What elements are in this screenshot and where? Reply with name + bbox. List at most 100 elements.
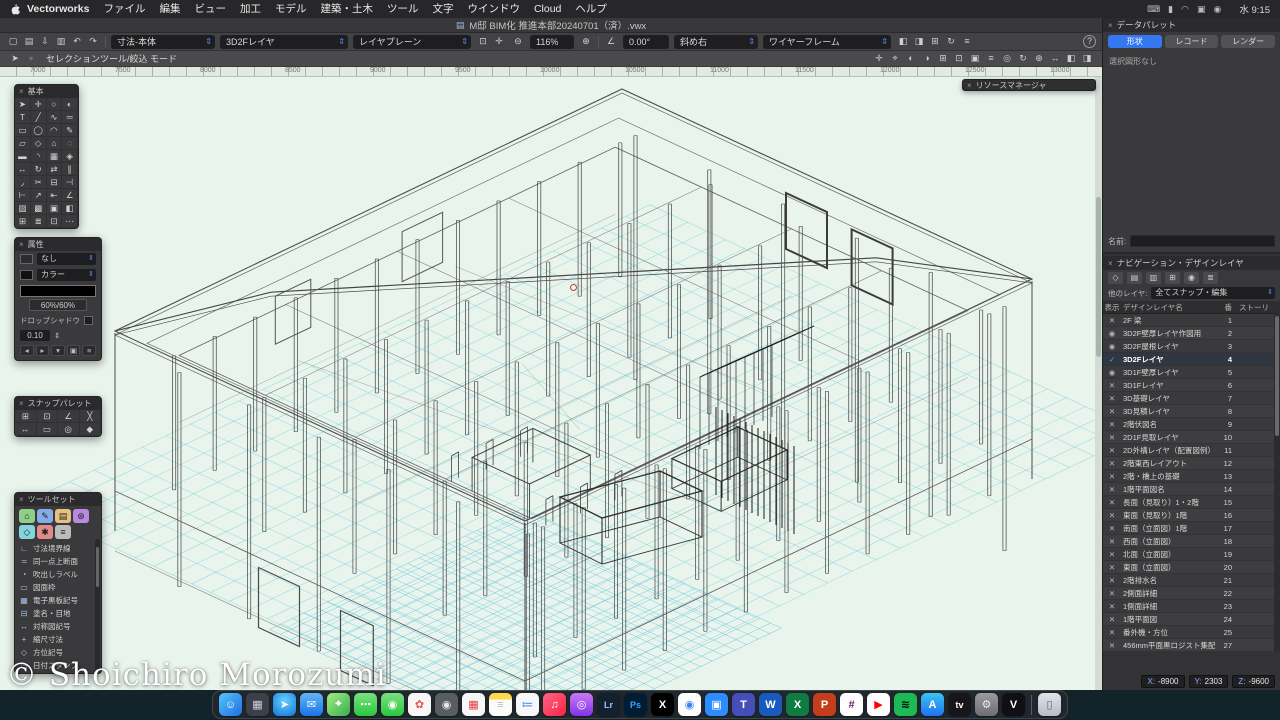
layer-row-16[interactable]: ✕東面（見取り）1階16 xyxy=(1103,509,1280,522)
toolset-more[interactable]: ≡ xyxy=(55,525,71,539)
toolset-dims[interactable]: ✎ xyxy=(37,509,53,523)
pen-style-dropdown[interactable]: カラー xyxy=(37,269,96,281)
dock-app-launchpad[interactable]: ▦ xyxy=(246,693,269,716)
snap-distance-icon[interactable]: ↔ xyxy=(15,423,37,436)
undo-icon[interactable]: ↶ xyxy=(70,35,84,48)
layer-visibility-x-icon[interactable]: ✕ xyxy=(1103,394,1121,403)
scale-tool[interactable]: ↗ xyxy=(31,189,47,202)
dock-app-lightroom[interactable]: Lr xyxy=(597,693,620,716)
pan-icon[interactable]: ✛ xyxy=(492,35,506,48)
angle-dim-tool[interactable]: ∠ xyxy=(62,189,78,202)
layer-visibility-x-icon[interactable]: ✕ xyxy=(1103,485,1121,494)
snap-intersection-icon[interactable]: ╳ xyxy=(80,410,102,423)
layer-visibility-x-icon[interactable]: ✕ xyxy=(1103,316,1121,325)
keyboard-icon[interactable]: ⌨ xyxy=(1147,4,1160,14)
stack-tool[interactable]: ≣ xyxy=(31,215,47,228)
selection-tool[interactable]: ➤ xyxy=(15,98,31,111)
battery-icon[interactable]: ▮ xyxy=(1168,4,1173,14)
attr-next-icon[interactable]: ▸ xyxy=(36,345,50,356)
more-tools[interactable]: ⋯ xyxy=(62,215,78,228)
mode-list-icon[interactable]: ≡ xyxy=(984,52,998,65)
tool-same-point-section[interactable]: ≍同一点上断面 xyxy=(15,555,101,568)
dock-app-settings[interactable]: ⚙ xyxy=(975,693,998,716)
mode-panel-icon[interactable]: ▣ xyxy=(968,52,982,65)
split-tool[interactable]: ⊟ xyxy=(47,176,63,189)
shadow-value-field[interactable]: 0.10 xyxy=(20,330,50,341)
wall-tool[interactable]: ▬ xyxy=(15,150,31,163)
layer-visibility-x-icon[interactable]: ✕ xyxy=(1103,381,1121,390)
name-input[interactable] xyxy=(1130,235,1275,247)
dock-app-slack[interactable]: # xyxy=(840,693,863,716)
mode-add-icon[interactable]: ⊕ xyxy=(1032,52,1046,65)
slab-tool[interactable]: ▦ xyxy=(47,150,63,163)
dock-app-youtube[interactable]: ▶ xyxy=(867,693,890,716)
attr-eyedrop-icon[interactable]: ▾ xyxy=(51,345,65,356)
layer-row-9[interactable]: ✕2階伏図名9 xyxy=(1103,418,1280,431)
tab-render[interactable]: レンダー xyxy=(1221,35,1275,48)
tool-symmetry-symbol[interactable]: ↔対称図記号 xyxy=(15,620,101,633)
view-dropdown[interactable]: 斜め右 xyxy=(674,35,758,49)
dock-app-spotify[interactable]: ≋ xyxy=(894,693,917,716)
column-visibility[interactable]: 表示 xyxy=(1103,302,1121,313)
tool-joint[interactable]: ⊟塗名・目地 xyxy=(15,607,101,620)
parallel-tool[interactable]: ∥ xyxy=(62,163,78,176)
close-icon[interactable]: × xyxy=(1108,19,1113,32)
angle-field[interactable]: 0.00° xyxy=(623,35,669,49)
close-icon[interactable]: × xyxy=(19,397,24,410)
fill-swatch[interactable] xyxy=(20,254,33,264)
dock-app-messages[interactable]: ⋯ xyxy=(354,693,377,716)
smart-point-icon[interactable]: ◆ xyxy=(80,423,102,436)
toolset-machine[interactable]: ⊛ xyxy=(73,509,89,523)
layer-row-2[interactable]: ◉3D2F壁厚レイヤ作図用2 xyxy=(1103,327,1280,340)
menu-item-3[interactable]: ビュー xyxy=(187,0,233,18)
marquee-mode-icon[interactable]: ▫ xyxy=(24,52,38,65)
hatch-tool[interactable]: ▨ xyxy=(15,202,31,215)
wifi-icon[interactable]: ◠ xyxy=(1181,4,1189,14)
render-dropdown[interactable]: ワイヤーフレーム xyxy=(763,35,891,49)
basic-palette-header[interactable]: × 基本 xyxy=(15,85,78,98)
layer-row-20[interactable]: ✕東面（立面図）20 xyxy=(1103,561,1280,574)
dock-app-camera[interactable]: ◉ xyxy=(435,693,458,716)
symbol-tool[interactable]: ◧ xyxy=(62,202,78,215)
redo-icon[interactable]: ↷ xyxy=(86,35,100,48)
snap-palette-header[interactable]: × スナップパレット xyxy=(15,397,101,410)
layer-row-17[interactable]: ✕南面（立面図）1階17 xyxy=(1103,522,1280,535)
mode-half-icon[interactable]: ◐ xyxy=(904,52,918,65)
layer-row-5[interactable]: ◉3D1F壁厚レイヤ5 xyxy=(1103,366,1280,379)
dock-app-finder[interactable]: ☺ xyxy=(219,693,242,716)
layer-row-10[interactable]: ✕2D1F見取レイヤ10 xyxy=(1103,431,1280,444)
layer-visibility-x-icon[interactable]: ✕ xyxy=(1103,576,1121,585)
layer-row-27[interactable]: ✕456mm平面黒ロジスト集配棚27 xyxy=(1103,639,1280,652)
layer-visibility-x-icon[interactable]: ✕ xyxy=(1103,550,1121,559)
zoom-out-icon[interactable]: ⊖ xyxy=(511,35,525,48)
layer-row-14[interactable]: ✕1階平面図名14 xyxy=(1103,483,1280,496)
layer-visibility-x-icon[interactable]: ✕ xyxy=(1103,628,1121,637)
layer-row-19[interactable]: ✕北面（立面図）19 xyxy=(1103,548,1280,561)
layer-visibility-x-icon[interactable]: ✕ xyxy=(1103,641,1121,650)
polygon-tool[interactable]: ◇ xyxy=(31,137,47,150)
layer-visibility-eye-icon[interactable]: ◉ xyxy=(1103,342,1121,351)
dock-app-calendar[interactable]: ▦ xyxy=(462,693,485,716)
layer-visibility-x-icon[interactable]: ✕ xyxy=(1103,602,1121,611)
layer-visibility-eye-icon[interactable]: ◉ xyxy=(1103,368,1121,377)
layer-list-scrollbar[interactable] xyxy=(1274,312,1280,652)
menu-item-2[interactable]: 編集 xyxy=(152,0,187,18)
layer-row-25[interactable]: ✕番外機・方位25 xyxy=(1103,626,1280,639)
flyover-tool[interactable]: ◐ xyxy=(62,98,78,111)
layer-row-23[interactable]: ✕1側面詳細23 xyxy=(1103,600,1280,613)
layer-row-15[interactable]: ✕長面（見取り）1・2階15 xyxy=(1103,496,1280,509)
mode-grid-icon[interactable]: ⊞ xyxy=(936,52,950,65)
dock-app-facetime[interactable]: ◉ xyxy=(381,693,404,716)
toolset-building[interactable]: ⌂ xyxy=(19,509,35,523)
selection-mode-icon[interactable]: ➤ xyxy=(8,52,22,65)
layer-row-13[interactable]: ✕2階・橋上の基礎13 xyxy=(1103,470,1280,483)
image-tool[interactable]: ▣ xyxy=(47,202,63,215)
tab-record[interactable]: レコード xyxy=(1165,35,1219,48)
pen-swatch[interactable] xyxy=(20,270,33,280)
trim-tool[interactable]: ⊣ xyxy=(62,176,78,189)
menu-item-9[interactable]: ウインドウ xyxy=(460,0,527,18)
scrollbar-thumb[interactable] xyxy=(1096,197,1101,357)
new-doc-icon[interactable]: ▢ xyxy=(6,35,20,48)
nav-design-layers-icon[interactable]: ▤ xyxy=(1127,272,1142,284)
layer-visibility-x-icon[interactable]: ✕ xyxy=(1103,589,1121,598)
